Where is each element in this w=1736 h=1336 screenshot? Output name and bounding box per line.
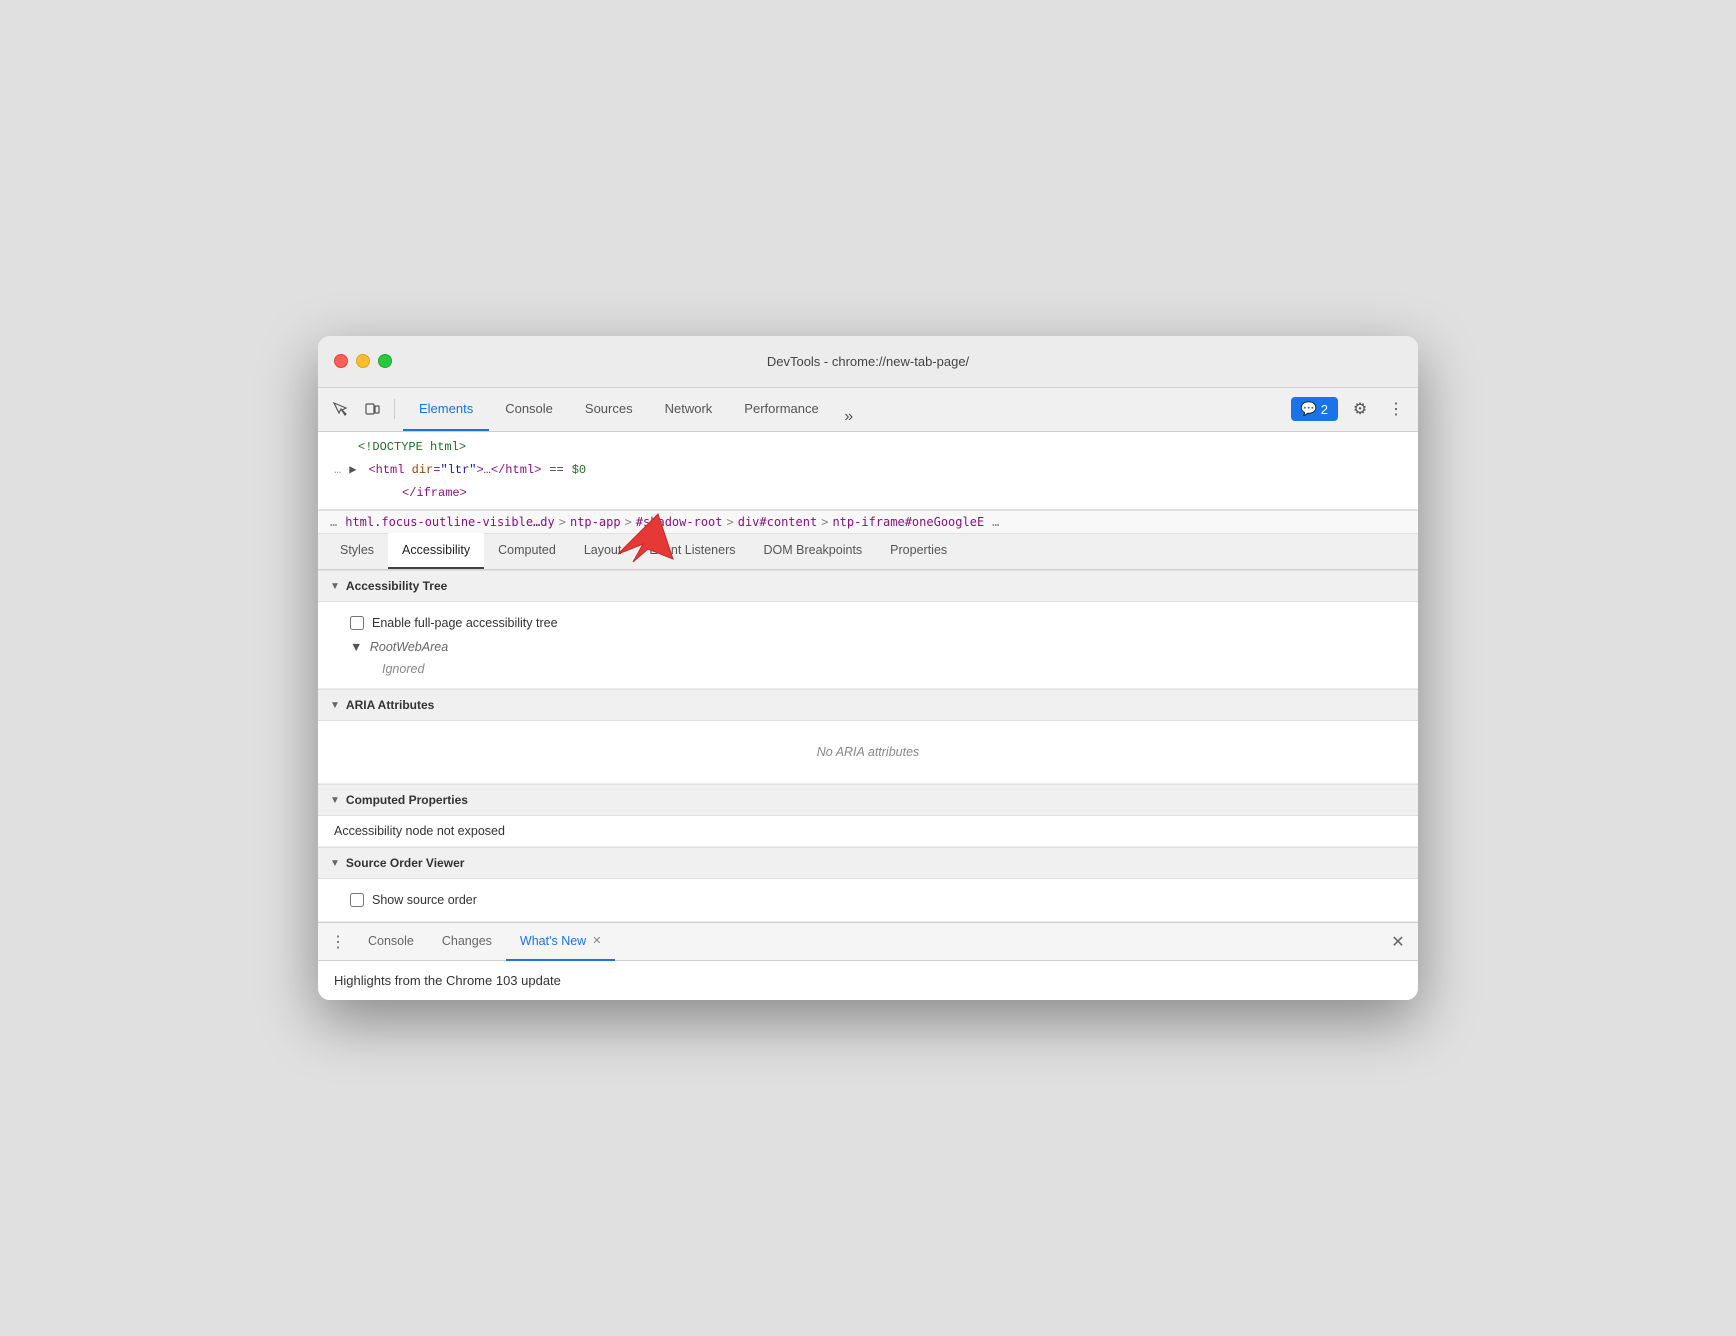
accessibility-tree-header[interactable]: ▼ Accessibility Tree [318, 570, 1418, 602]
notifications-count: 2 [1321, 402, 1328, 417]
tab-sources[interactable]: Sources [569, 387, 649, 431]
notifications-button[interactable]: 💬 2 [1291, 397, 1338, 421]
drawer-tab-changes[interactable]: Changes [428, 923, 506, 961]
breadcrumb-item-0[interactable]: html.focus-outline-visible…dy [345, 515, 555, 529]
root-web-area-label[interactable]: RootWebArea [370, 640, 448, 654]
no-aria-text: No ARIA attributes [334, 729, 1402, 775]
dom-line-doctype: <!DOCTYPE html> [318, 436, 1418, 459]
source-order-label: Source Order Viewer [346, 856, 465, 870]
drawer-close-button[interactable]: ✕ [1386, 930, 1410, 954]
more-options-button[interactable]: ⋮ [1382, 395, 1410, 423]
show-source-order-checkbox[interactable] [350, 893, 364, 907]
dom-panel: <!DOCTYPE html> … ▶ <html dir="ltr">…</h… [318, 432, 1418, 511]
tab-console[interactable]: Console [489, 387, 569, 431]
tab-performance[interactable]: Performance [728, 387, 834, 431]
triangle-icon: ▼ [330, 581, 340, 592]
bottom-drawer: ⋮ Console Changes What's New ✕ ✕ Highlig… [318, 922, 1418, 1000]
tab-network[interactable]: Network [649, 387, 729, 431]
source-order-content: Show source order [318, 879, 1418, 922]
gear-icon: ⚙ [1353, 399, 1367, 419]
subtab-computed[interactable]: Computed [484, 533, 570, 569]
iframe-tag[interactable]: </iframe> [402, 484, 467, 503]
show-source-order-label[interactable]: Show source order [372, 893, 477, 907]
expand-arrow[interactable]: ▼ [350, 640, 362, 654]
subtabs-row: Styles Accessibility Computed Layout Eve… [318, 534, 1418, 570]
expand-html-button[interactable]: ▶ [349, 461, 356, 480]
root-web-area-item: ▼ RootWebArea [334, 636, 1402, 658]
subtab-event-listeners[interactable]: Event Listeners [635, 533, 749, 569]
enable-tree-row: Enable full-page accessibility tree [334, 610, 1402, 636]
drawer-tabs-row: ⋮ Console Changes What's New ✕ ✕ [318, 923, 1418, 961]
source-order-triangle-icon: ▼ [330, 858, 340, 869]
breadcrumb-item-1[interactable]: ntp-app [570, 515, 621, 529]
computed-text: Accessibility node not exposed [334, 824, 1402, 838]
accessibility-tree-label: Accessibility Tree [346, 579, 447, 593]
dom-line-iframe: </iframe> [318, 482, 1418, 505]
minimize-button[interactable] [356, 354, 370, 368]
ignored-item: Ignored [334, 658, 1402, 680]
aria-attributes-label: ARIA Attributes [346, 698, 434, 712]
drawer-tab-console[interactable]: Console [354, 923, 428, 961]
subtab-accessibility[interactable]: Accessibility [388, 533, 484, 569]
show-source-order-row: Show source order [334, 887, 1402, 913]
devtools-window: DevTools - chrome://new-tab-page/ Elemen… [318, 336, 1418, 1001]
drawer-tab-whats-new[interactable]: What's New ✕ [506, 923, 616, 961]
settings-button[interactable]: ⚙ [1346, 395, 1374, 423]
chat-icon: 💬 [1301, 401, 1317, 417]
main-toolbar: Elements Console Sources Network Perform… [318, 388, 1418, 432]
more-tabs-button[interactable]: » [835, 403, 863, 431]
breadcrumb-dots-end[interactable]: … [992, 515, 999, 529]
dom-eq: == [549, 461, 563, 480]
breadcrumb-item-4[interactable]: ntp-iframe#oneGoogleE [832, 515, 984, 529]
accessibility-panel: ▼ Accessibility Tree Enable full-page ac… [318, 570, 1418, 922]
doctype-text: <!DOCTYPE html> [358, 440, 466, 454]
more-icon: ⋮ [1388, 399, 1404, 419]
computed-triangle-icon: ▼ [330, 795, 340, 806]
source-order-header[interactable]: ▼ Source Order Viewer [318, 847, 1418, 879]
main-content-area: <!DOCTYPE html> … ▶ <html dir="ltr">…</h… [318, 432, 1418, 1001]
close-button[interactable] [334, 354, 348, 368]
drawer-menu-button[interactable]: ⋮ [326, 930, 350, 954]
drawer-content-text: Highlights from the Chrome 103 update [334, 973, 561, 988]
breadcrumb-item-2[interactable]: #shadow-root [636, 515, 723, 529]
computed-properties-label: Computed Properties [346, 793, 468, 807]
drawer-content: Highlights from the Chrome 103 update [318, 961, 1418, 1000]
breadcrumb-row: … html.focus-outline-visible…dy > ntp-ap… [318, 510, 1418, 534]
window-title: DevTools - chrome://new-tab-page/ [767, 354, 969, 369]
subtab-layout[interactable]: Layout [570, 533, 636, 569]
whats-new-close[interactable]: ✕ [592, 934, 601, 947]
tab-elements[interactable]: Elements [403, 387, 489, 431]
subtab-dom-breakpoints[interactable]: DOM Breakpoints [750, 533, 877, 569]
aria-attributes-header[interactable]: ▼ ARIA Attributes [318, 689, 1418, 721]
dollar-zero: $0 [572, 461, 586, 480]
breadcrumb-item-3[interactable]: div#content [738, 515, 817, 529]
toolbar-divider [394, 399, 395, 419]
traffic-lights [334, 354, 392, 368]
main-tabs: Elements Console Sources Network Perform… [403, 387, 863, 431]
enable-tree-checkbox[interactable] [350, 616, 364, 630]
aria-attributes-content: No ARIA attributes [318, 721, 1418, 784]
maximize-button[interactable] [378, 354, 392, 368]
titlebar: DevTools - chrome://new-tab-page/ [318, 336, 1418, 388]
ignored-label: Ignored [350, 662, 424, 676]
aria-triangle-icon: ▼ [330, 700, 340, 711]
toolbar-right: 💬 2 ⚙ ⋮ [1291, 395, 1410, 423]
computed-properties-content: Accessibility node not exposed [318, 816, 1418, 847]
computed-properties-header[interactable]: ▼ Computed Properties [318, 784, 1418, 816]
html-tag[interactable]: <html dir="ltr">…</html> [368, 461, 541, 480]
accessibility-tree-content: Enable full-page accessibility tree ▼ Ro… [318, 602, 1418, 689]
enable-tree-label[interactable]: Enable full-page accessibility tree [372, 616, 558, 630]
whats-new-label: What's New [520, 934, 586, 948]
device-toggle-icon[interactable] [358, 395, 386, 423]
subtab-styles[interactable]: Styles [326, 533, 388, 569]
subtab-properties[interactable]: Properties [876, 533, 961, 569]
dom-line-html: … ▶ <html dir="ltr">…</html> == $0 [318, 459, 1418, 482]
inspect-icon[interactable] [326, 395, 354, 423]
breadcrumb-dots-start[interactable]: … [330, 515, 337, 529]
dom-dots: … [334, 461, 341, 480]
